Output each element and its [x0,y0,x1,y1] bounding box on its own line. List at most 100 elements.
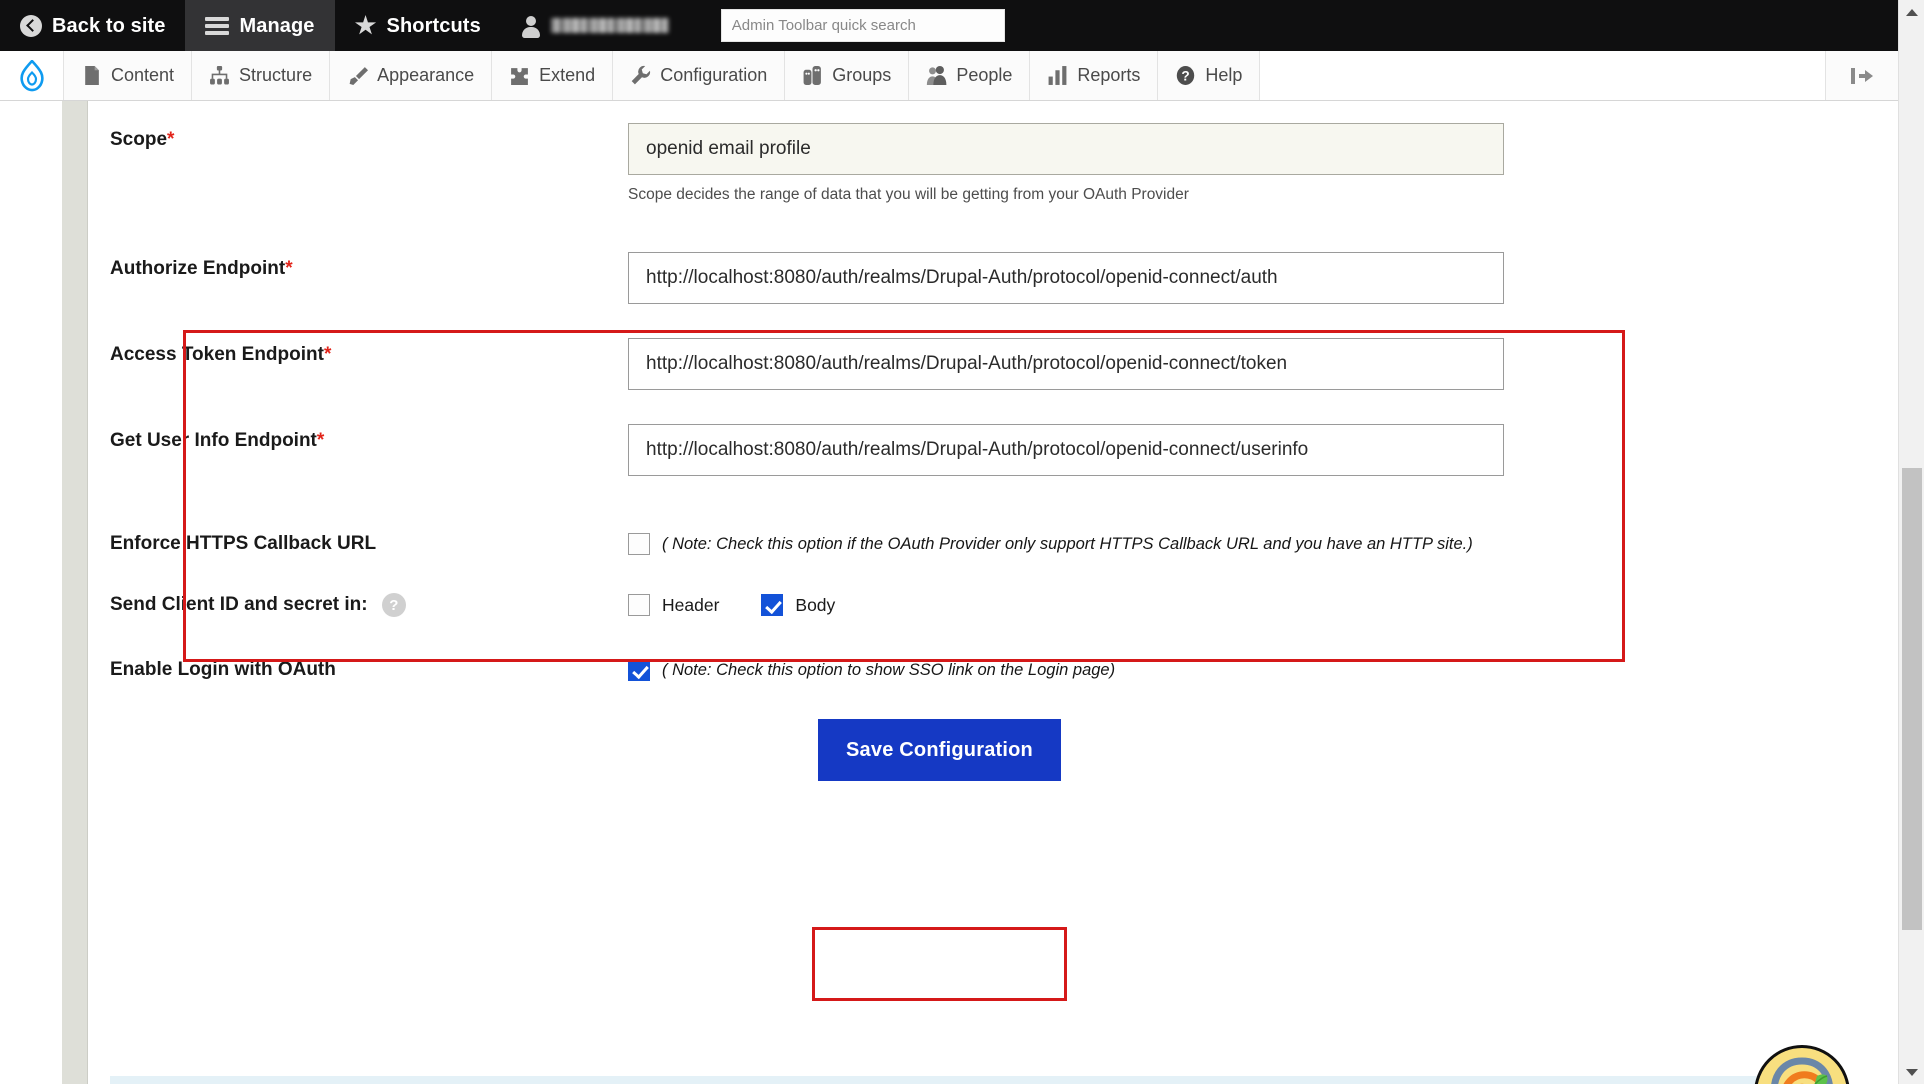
menu-item-configuration[interactable]: Configuration [613,51,786,100]
oauth-config-form: Scope* Scope decides the range of data t… [110,101,1790,781]
send-client-id-body-checkbox[interactable] [761,594,784,616]
sitemap-icon [210,66,229,85]
userinfo-endpoint-label: Get User Info Endpoint* [110,424,628,452]
miniorange-support-button[interactable] [1754,1045,1850,1084]
access-token-endpoint-input[interactable] [628,338,1504,390]
star-icon [354,15,377,35]
wrench-icon [631,65,651,85]
bar-chart-icon [1048,66,1067,85]
menu-item-help[interactable]: ? Help [1158,51,1261,100]
enable-login-note: ( Note: Check this option to show SSO li… [662,660,1116,679]
userinfo-endpoint-field-col [628,424,1790,476]
username-redacted [550,18,669,33]
enable-login-label-text: Enable Login with OAuth [110,659,336,680]
menu-item-groups-label: Groups [832,65,892,85]
menu-item-reports-label: Reports [1077,65,1141,85]
paintbrush-icon [349,67,369,85]
field-row-enforce-https: Enforce HTTPS Callback URL ( Note: Check… [110,533,1790,555]
manage-label: Manage [239,14,315,37]
enable-login-label: Enable Login with OAuth [110,659,628,681]
admin-toolbar-search-input[interactable] [720,9,1005,42]
scope-label: Scope* [110,123,628,151]
admin-toolbar: Back to site Manage Shortcuts [0,0,1898,51]
access-token-endpoint-label-text: Access Token Endpoint [110,344,324,365]
send-client-id-body-label: Body [795,594,836,615]
menu-item-groups[interactable]: Groups [785,51,910,100]
field-row-authorize-endpoint: Authorize Endpoint* [110,252,1790,304]
menu-item-help-label: Help [1205,65,1243,85]
send-client-id-label-text: Send Client ID and secret in: [110,594,368,616]
drupal-logo[interactable] [0,51,64,100]
browser-page: Back to site Manage Shortcuts Admin Tool… [0,0,1924,1084]
userinfo-endpoint-input[interactable] [628,424,1504,476]
admin-toolbar-shortcuts[interactable]: Shortcuts [335,0,501,51]
menu-item-configuration-label: Configuration [660,65,768,85]
scope-label-text: Scope [110,129,168,150]
back-arrow-icon [20,14,42,37]
enable-login-checkbox[interactable] [628,659,650,681]
scroll-down-arrow[interactable] [1899,1060,1924,1084]
toolbar-orientation-toggle[interactable] [1826,51,1898,100]
enforce-https-checkbox[interactable] [628,533,650,555]
vertical-scrollbar[interactable] [1898,0,1924,1084]
enforce-https-label: Enforce HTTPS Callback URL [110,533,628,555]
person-icon [521,15,541,38]
menu-item-structure[interactable]: Structure [192,51,331,100]
instructions-banner: Instructions to add login link to differ… [110,1076,1790,1084]
access-token-endpoint-field-col [628,338,1790,390]
shortcuts-label: Shortcuts [386,14,481,37]
menu-item-appearance-label: Appearance [377,65,475,85]
document-icon [85,66,99,85]
headset-lock-leaf-icon [1771,1057,1833,1084]
save-configuration-button[interactable]: Save Configuration [818,719,1061,781]
svg-text:?: ? [1182,69,1190,84]
scroll-up-arrow[interactable] [1899,0,1924,24]
menu-item-extend[interactable]: Extend [492,51,614,100]
toolbar-orientation-toggle-icon [1851,67,1873,84]
person-pair-icon [927,65,947,85]
field-row-userinfo-endpoint: Get User Info Endpoint* [110,424,1790,476]
access-token-endpoint-label: Access Token Endpoint* [110,338,628,366]
save-button-highlight-box [812,927,1067,1001]
menu-item-structure-label: Structure [239,65,313,85]
question-mark-icon: ? [1177,66,1195,85]
puzzle-piece-icon [511,68,529,85]
menu-item-appearance[interactable]: Appearance [330,51,493,100]
menu-item-content[interactable]: Content [64,51,193,100]
menu-item-people[interactable]: People [909,51,1031,100]
menu-item-content-label: Content [111,65,175,85]
drupal-drop-logo [19,59,44,91]
field-row-scope: Scope* Scope decides the range of data t… [110,123,1790,204]
admin-toolbar-back-to-site[interactable]: Back to site [0,0,185,51]
authorize-endpoint-label: Authorize Endpoint* [110,252,628,280]
enable-login-field-col: ( Note: Check this option to show SSO li… [628,659,1790,681]
admin-toolbar-manage[interactable]: Manage [185,0,335,51]
menu-item-reports[interactable]: Reports [1030,51,1159,100]
send-client-id-label: Send Client ID and secret in: ? [110,593,628,617]
hamburger-icon [205,16,230,35]
enforce-https-note: ( Note: Check this option if the OAuth P… [662,534,1473,553]
authorize-endpoint-required-mark: * [285,258,293,279]
authorize-endpoint-input[interactable] [628,252,1504,304]
scope-required-mark: * [167,129,175,150]
scope-field-col: Scope decides the range of data that you… [628,123,1790,204]
send-client-id-header-checkbox[interactable] [628,594,650,616]
admin-menu-bar: Content Structure Appearance Extend Conf… [0,51,1898,101]
save-button-row: Save Configuration [110,719,1790,781]
menu-item-people-label: People [956,65,1013,85]
send-client-id-help-icon[interactable]: ? [381,593,406,617]
scope-help-text: Scope decides the range of data that you… [628,186,1189,203]
field-row-access-token-endpoint: Access Token Endpoint* [110,338,1790,390]
scrollbar-thumb[interactable] [1902,468,1922,930]
menu-item-extend-label: Extend [539,65,596,85]
send-client-id-field-col: Header Body [628,594,1790,616]
userinfo-endpoint-required-mark: * [316,430,325,451]
userinfo-endpoint-label-text: Get User Info Endpoint [110,430,317,451]
back-to-site-label: Back to site [52,14,166,37]
admin-toolbar-user-account[interactable] [501,0,689,51]
authorize-endpoint-label-text: Authorize Endpoint [110,258,286,279]
scope-input[interactable] [628,123,1504,175]
field-row-send-client-id: Send Client ID and secret in: ? Header B… [110,593,1790,617]
field-row-enable-login: Enable Login with OAuth ( Note: Check th… [110,659,1790,681]
page-left-rail [62,101,88,1084]
